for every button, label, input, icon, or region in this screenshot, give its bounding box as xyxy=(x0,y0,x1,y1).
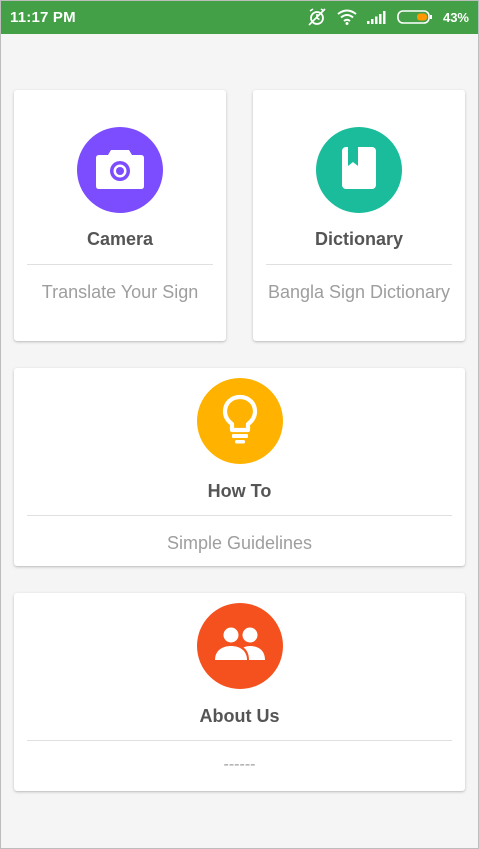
dictionary-title: Dictionary xyxy=(314,229,404,249)
battery-icon xyxy=(397,9,433,25)
signal-icon xyxy=(366,10,387,24)
howto-divider xyxy=(27,515,452,516)
camera-icon-circle xyxy=(77,127,163,213)
wifi-icon xyxy=(337,9,357,25)
about-card[interactable]: About Us ------ xyxy=(14,593,465,791)
howto-subtitle: Simple Guidelines xyxy=(166,533,313,553)
howto-icon-circle xyxy=(197,378,283,464)
about-title: About Us xyxy=(199,706,280,726)
lightbulb-icon xyxy=(222,394,258,449)
group-icon xyxy=(214,626,266,667)
dictionary-icon-circle xyxy=(316,127,402,213)
book-icon xyxy=(341,146,377,195)
about-divider xyxy=(27,740,452,741)
camera-card[interactable]: Camera Translate Your Sign xyxy=(14,90,226,341)
howto-card[interactable]: How To Simple Guidelines xyxy=(14,368,465,566)
silent-alarm-icon xyxy=(307,8,327,26)
dictionary-subtitle: Bangla Sign Dictionary xyxy=(267,282,451,302)
camera-icon xyxy=(95,146,145,195)
dictionary-divider xyxy=(266,264,452,265)
camera-subtitle: Translate Your Sign xyxy=(41,282,199,302)
status-bar: 11:17 PM 43% xyxy=(0,0,479,34)
battery-percent: 43% xyxy=(442,9,469,25)
camera-title: Camera xyxy=(86,229,154,249)
about-subtitle: ------ xyxy=(223,756,256,773)
howto-title: How To xyxy=(207,481,272,501)
status-time: 11:17 PM xyxy=(10,8,76,26)
camera-divider xyxy=(27,264,213,265)
about-icon-circle xyxy=(197,603,283,689)
status-icons: 43% xyxy=(307,8,469,26)
dictionary-card[interactable]: Dictionary Bangla Sign Dictionary xyxy=(253,90,465,341)
